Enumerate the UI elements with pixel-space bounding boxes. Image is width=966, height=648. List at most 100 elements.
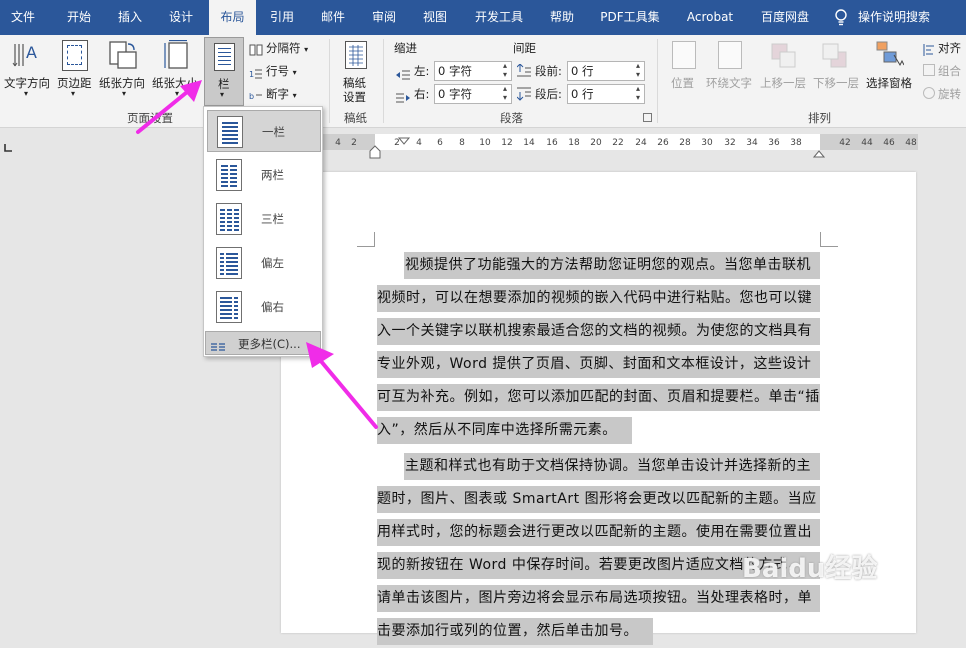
menu-item-label: 两栏 [261, 168, 284, 182]
right-indent-marker[interactable] [812, 143, 826, 158]
ruler-tick: 32 [724, 138, 736, 148]
columns-dropdown-menu: 一栏 两栏 三栏 偏左 偏右 更多栏(C)... [203, 106, 323, 357]
paragraph-line: 可互为补充。例如，您可以添加匹配的封面、页眉和提要栏。单击“插 [377, 389, 820, 405]
watermark: Baidu经验 [742, 554, 878, 584]
paragraph-line: 视频提供了功能强大的方法帮助您证明您的观点。当您单击联机 [405, 257, 811, 273]
indent-left-label: 左: [414, 64, 430, 78]
menu-item-label: 三栏 [261, 212, 284, 226]
tab-view[interactable]: 视图 [413, 0, 457, 35]
tab-baidu-netdisk[interactable]: 百度网盘 [754, 0, 816, 35]
group-objects-button[interactable]: 组合 [938, 63, 961, 79]
dialog-launcher-icon[interactable] [643, 113, 652, 122]
ruler-tick: 42 [839, 138, 851, 148]
draft-paper-icon [345, 41, 367, 69]
tab-home[interactable]: 开始 [57, 0, 101, 35]
ruler-tick: 44 [861, 138, 873, 148]
svg-text:1: 1 [249, 70, 254, 79]
ruler-tick: 34 [746, 138, 758, 148]
space-before-input[interactable]: 0 行 [567, 61, 645, 81]
first-line-indent-marker[interactable] [397, 131, 411, 145]
tab-layout[interactable]: 布局 [209, 0, 256, 35]
tab-selector-icon[interactable] [3, 138, 13, 152]
paragraph-line: 击要添加行或列的位置，然后单击加号。 [377, 623, 638, 639]
margins-icon [62, 40, 88, 71]
tab-pdf-tools[interactable]: PDF工具集 [595, 0, 665, 35]
tab-review[interactable]: 审阅 [362, 0, 406, 35]
send-backward-icon [822, 43, 848, 69]
ruler-tick: 8 [459, 138, 465, 148]
bring-forward-button[interactable]: 上移一层 [760, 75, 806, 91]
paragraph-line: 现的新按钮在 Word 中保存时间。若要更改图片适应文档的方式， [377, 557, 802, 573]
paragraph-line: 专业外观，Word 提供了页眉、页脚、封面和文本框设计，这些设计 [377, 356, 812, 372]
columns-icon [214, 43, 235, 71]
ruler-tick: 18 [568, 138, 580, 148]
selection-pane-button[interactable]: 选择窗格 [866, 75, 912, 91]
paper-size-icon [163, 39, 191, 71]
group-separator [657, 39, 658, 123]
tell-me-search[interactable]: 操作说明搜索 [858, 0, 942, 35]
ruler-tick: 30 [701, 138, 713, 148]
hyphenation-button[interactable]: 断字 ▾ [266, 86, 297, 102]
draft-setup-label-2: 设置 [343, 90, 366, 104]
tab-acrobat[interactable]: Acrobat [679, 0, 741, 35]
menu-item-three-columns[interactable]: 三栏 [207, 198, 321, 240]
ruler-tick: 20 [590, 138, 602, 148]
rotate-icon [923, 87, 935, 99]
ruler-tick: 24 [635, 138, 647, 148]
wrap-text-icon [718, 41, 742, 69]
space-after-input[interactable]: 0 行 [567, 84, 645, 104]
rotate-button[interactable]: 旋转 [938, 86, 961, 102]
tab-mailings[interactable]: 邮件 [311, 0, 355, 35]
paragraph-line: 请单击该图片，图片旁边将会显示布局选项按钮。当处理表格时，单 [377, 590, 812, 606]
breaks-label: 分隔符 [266, 41, 301, 55]
spacing-heading: 间距 [513, 41, 536, 55]
tab-design[interactable]: 设计 [159, 0, 203, 35]
hyphenation-label: 断字 [266, 87, 289, 101]
menu-item-left-column[interactable]: 偏左 [207, 242, 321, 284]
line-numbers-button[interactable]: 行号 ▾ [266, 63, 297, 79]
paragraph-line: 题时，图片、图表或 SmartArt 图形将会更改以匹配新的主题。当应 [377, 491, 817, 507]
position-button[interactable]: 位置 [671, 75, 694, 91]
space-before-icon [516, 63, 531, 77]
ruler-tick: 4 [335, 138, 341, 148]
ruler-tick: 10 [479, 138, 491, 148]
group-icon [923, 64, 935, 76]
menu-item-two-columns[interactable]: 两栏 [207, 154, 321, 196]
indent-right-input[interactable]: 0 字符 [434, 84, 512, 104]
chevron-down-icon: ▾ [71, 89, 76, 98]
menu-item-one-column[interactable]: 一栏 [207, 110, 321, 152]
annotation-arrow-icon [306, 342, 378, 429]
tab-insert[interactable]: 插入 [108, 0, 152, 35]
ruler-tick: 26 [657, 138, 669, 148]
columns-button[interactable]: 栏 ▾ [204, 37, 244, 106]
indent-left-input[interactable]: 0 字符 [434, 61, 512, 81]
breaks-button[interactable]: 分隔符 ▾ [266, 40, 308, 56]
paragraph-line: 入一个关键字以联机搜索最适合您的文档的视频。为使您的文档具有 [377, 323, 812, 339]
send-backward-button[interactable]: 下移一层 [813, 75, 859, 91]
ruler-tick: 12 [501, 138, 513, 148]
tab-developer[interactable]: 开发工具 [468, 0, 530, 35]
hyphenation-icon: b [249, 86, 263, 101]
align-button[interactable]: 对齐 [938, 40, 961, 56]
ruler-tick: 38 [790, 138, 802, 148]
indent-left-icon [396, 65, 410, 80]
menu-item-label: 偏左 [261, 256, 284, 270]
wrap-text-button[interactable]: 环绕文字 [706, 75, 752, 91]
orientation-icon [108, 40, 138, 71]
tab-help[interactable]: 帮助 [540, 0, 584, 35]
space-before-label: 段前: [535, 64, 562, 78]
menu-item-right-column[interactable]: 偏右 [207, 286, 321, 328]
group-label-paragraph: 段落 [500, 111, 523, 125]
ruler-tick: 16 [546, 138, 558, 148]
tab-references[interactable]: 引用 [260, 0, 304, 35]
left-indent-marker[interactable] [369, 144, 381, 159]
tab-file[interactable]: 文件 [0, 0, 46, 35]
more-columns-icon [211, 338, 225, 351]
selection-pane-icon [876, 41, 905, 69]
ruler-tick: 6 [437, 138, 443, 148]
group-label-draft: 稿纸 [344, 111, 367, 125]
paragraph-line: 视频时，可以在想要添加的视频的嵌入代码中进行粘贴。您也可以键 [377, 290, 812, 306]
ribbon-tab-bar: 文件 开始 插入 设计 布局 引用 邮件 审阅 视图 开发工具 帮助 PDF工具… [0, 0, 966, 35]
bring-forward-icon [771, 43, 797, 69]
indent-heading: 缩进 [394, 41, 417, 55]
